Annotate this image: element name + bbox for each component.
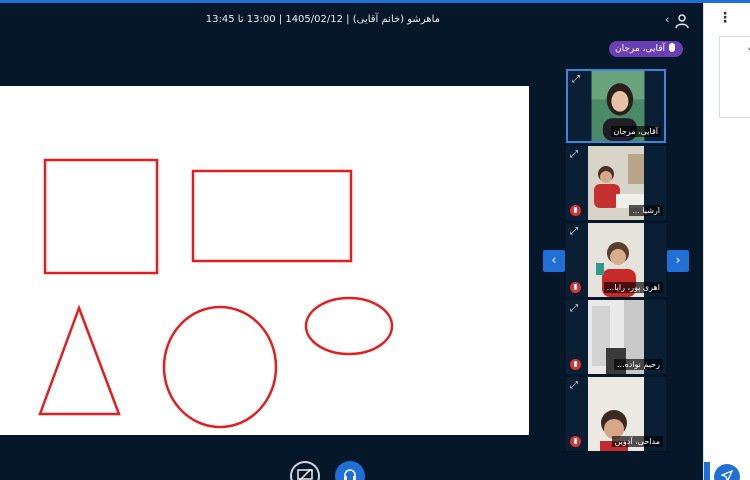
video-tile[interactable]: ⤢ رحیم نواده... xyxy=(566,300,666,374)
talking-indicator: آقایی، مرجان xyxy=(609,41,684,57)
video-tile[interactable]: ⤢ اهری پور، رایا... xyxy=(566,223,666,297)
send-button[interactable] xyxy=(714,464,740,480)
shape-triangle xyxy=(38,304,121,416)
participant-name: مداحی، آدوین xyxy=(611,436,663,447)
chevron-icon[interactable]: ‹ xyxy=(665,13,669,26)
microphone-icon xyxy=(669,43,676,52)
send-icon xyxy=(720,469,734,480)
more-options-icon[interactable]: ⋮ xyxy=(718,10,732,26)
expand-icon[interactable]: ⤢ xyxy=(570,226,578,237)
participant-name: رحیم نواده... xyxy=(613,359,663,370)
muted-icon xyxy=(570,359,581,370)
shape-rectangle xyxy=(191,169,353,263)
screen-share-off-icon xyxy=(297,468,313,480)
expand-icon[interactable]: ⤢ xyxy=(570,149,578,160)
whiteboard-canvas xyxy=(38,158,394,429)
shape-square xyxy=(43,158,159,275)
shape-circle xyxy=(162,305,278,429)
whiteboard[interactable] xyxy=(0,86,529,435)
users-icon[interactable] xyxy=(674,13,690,29)
video-tile[interactable]: ⤢ آقایی، مرجان xyxy=(566,69,666,143)
video-tile[interactable]: ⤢ مداحی، آدوین xyxy=(566,377,666,451)
muted-icon xyxy=(570,205,581,216)
muted-icon xyxy=(570,282,581,293)
expand-icon[interactable]: ⤢ xyxy=(572,74,580,85)
shape-ellipse xyxy=(304,296,394,356)
side-panel-card[interactable]: ی xyxy=(719,36,750,118)
meeting-title: ماهرشو (خانم آقایی) | 1405/02/12 | 13:00… xyxy=(205,14,440,25)
video-tile[interactable]: ⤢ ارشیا ... xyxy=(566,146,666,220)
muted-icon xyxy=(570,436,581,447)
video-tiles-list: ⤢ آقایی، مرجان ⤢ ارشیا ... ⤢ اهری پور، ر… xyxy=(566,69,667,454)
side-panel-scroll-indicator xyxy=(704,462,710,480)
participant-name: ارشیا ... xyxy=(629,205,663,216)
participant-name: آقایی، مرجان xyxy=(610,126,661,137)
participant-name: اهری پور، رایا... xyxy=(603,282,663,293)
expand-icon[interactable]: ⤢ xyxy=(570,380,578,391)
previous-page-button[interactable]: ‹ xyxy=(543,250,565,272)
next-page-button[interactable]: › xyxy=(667,250,689,272)
talking-name: آقایی، مرجان xyxy=(615,44,666,54)
headphones-icon xyxy=(344,469,356,480)
side-panel: ⋮ ی xyxy=(703,3,750,480)
expand-icon[interactable]: ⤢ xyxy=(570,303,578,314)
